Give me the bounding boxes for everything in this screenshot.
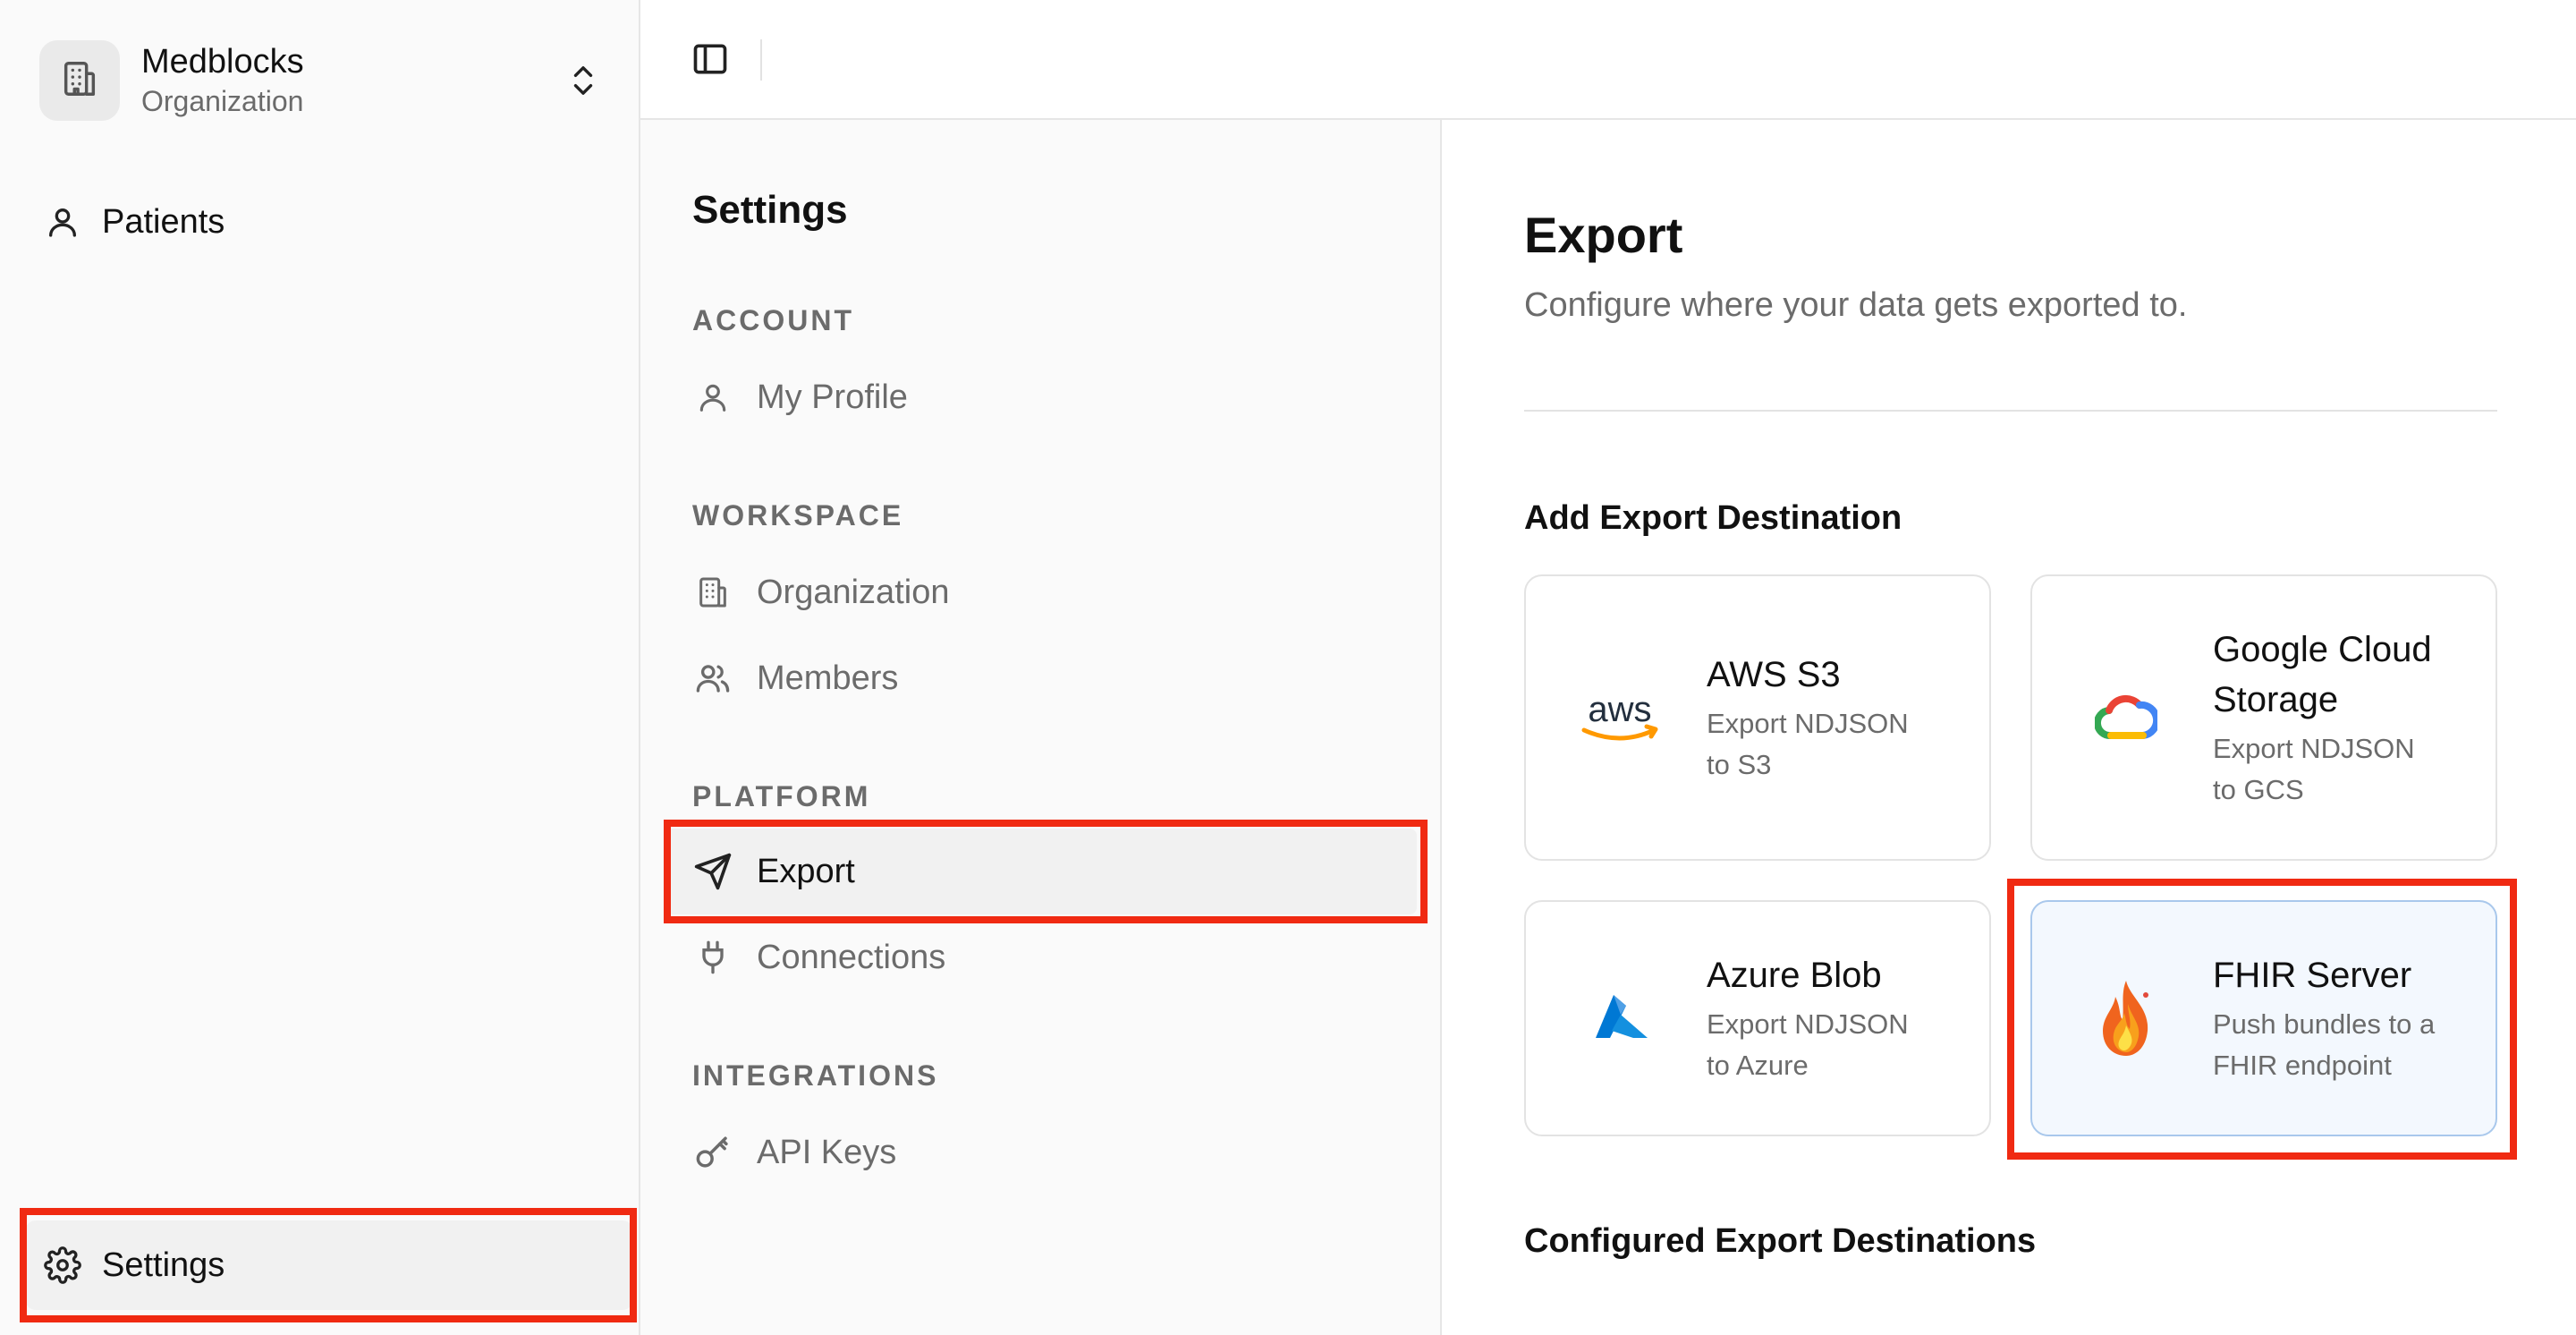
fhir-flame-icon xyxy=(2073,977,2179,1059)
nav-item-api-keys[interactable]: API Keys xyxy=(665,1110,1417,1195)
sidebar-toggle-button[interactable] xyxy=(685,36,735,86)
google-cloud-logo-icon xyxy=(2073,693,2179,743)
card-description-line: Export NDJSON xyxy=(2213,733,2415,764)
destination-card-aws-s3[interactable]: aws AWS S3 Export NDJSON to S3 xyxy=(1524,574,1991,861)
nav-item-label: Members xyxy=(757,659,899,697)
card-description-line: to S3 xyxy=(1707,749,1772,780)
org-text: Medblocks Organization xyxy=(141,41,564,120)
sidebar-item-settings[interactable]: Settings xyxy=(25,1220,633,1310)
section-heading-platform: PLATFORM xyxy=(692,780,871,812)
card-description: Export NDJSON to S3 xyxy=(1707,703,1909,786)
user-icon xyxy=(41,200,84,243)
card-title: Google Cloud Storage xyxy=(2213,625,2432,725)
add-destination-heading: Add Export Destination xyxy=(1524,499,1902,537)
destination-card-azure-blob[interactable]: Azure Blob Export NDJSON to Azure xyxy=(1524,900,1991,1136)
card-title: FHIR Server xyxy=(2213,956,2412,995)
building-icon xyxy=(59,58,100,104)
card-description-line: Export NDJSON xyxy=(1707,708,1909,739)
sidebar-item-label: Settings xyxy=(102,1246,225,1284)
app-root: Medblocks Organization Patients Settings… xyxy=(0,0,2576,1335)
card-text: Azure Blob Export NDJSON to Azure xyxy=(1707,950,1909,1086)
page-title: Export xyxy=(1524,207,1683,263)
send-icon xyxy=(692,851,733,892)
main-content: Export Configure where your data gets ex… xyxy=(1442,120,2576,1335)
destination-card-fhir-server[interactable]: FHIR Server Push bundles to a FHIR endpo… xyxy=(2030,900,2497,1136)
building-icon xyxy=(692,572,733,613)
section-heading-integrations: INTEGRATIONS xyxy=(692,1059,939,1092)
nav-item-organization[interactable]: Organization xyxy=(665,549,1417,635)
app-sidebar: Medblocks Organization Patients Settings xyxy=(0,0,640,1335)
destination-card-google-cloud-storage[interactable]: Google Cloud Storage Export NDJSON to GC… xyxy=(2030,574,2497,861)
azure-logo-icon xyxy=(1567,993,1673,1043)
card-text: Google Cloud Storage Export NDJSON to GC… xyxy=(2213,625,2432,811)
card-description-line: Export NDJSON xyxy=(1707,1008,1909,1040)
nav-item-label: Organization xyxy=(757,573,950,611)
card-description: Export NDJSON to Azure xyxy=(1707,1004,1909,1086)
users-icon xyxy=(692,658,733,699)
plug-icon xyxy=(692,937,733,978)
org-name: Medblocks xyxy=(141,43,304,81)
nav-item-my-profile[interactable]: My Profile xyxy=(665,354,1417,440)
settings-nav: Settings ACCOUNT My Profile WORKSPACE Or… xyxy=(640,120,1442,1335)
nav-item-export[interactable]: Export xyxy=(665,829,1417,914)
card-title: AWS S3 xyxy=(1707,655,1841,694)
nav-item-members[interactable]: Members xyxy=(665,635,1417,721)
nav-item-connections[interactable]: Connections xyxy=(665,914,1417,1000)
card-description-line: FHIR endpoint xyxy=(2213,1050,2392,1081)
key-icon xyxy=(692,1132,733,1173)
top-bar xyxy=(640,0,2576,120)
card-title-line: Google Cloud xyxy=(2213,630,2432,669)
card-title: Azure Blob xyxy=(1707,956,1882,995)
card-text: FHIR Server Push bundles to a FHIR endpo… xyxy=(2213,950,2435,1086)
topbar-divider xyxy=(760,39,762,81)
card-description-line: to Azure xyxy=(1707,1050,1809,1081)
card-description-line: Push bundles to a xyxy=(2213,1008,2436,1040)
card-description: Push bundles to a FHIR endpoint xyxy=(2213,1004,2435,1086)
sidebar-item-label: Patients xyxy=(102,202,225,241)
nav-item-label: API Keys xyxy=(757,1133,897,1171)
org-logo xyxy=(39,40,120,121)
card-text: AWS S3 Export NDJSON to S3 xyxy=(1707,650,1909,786)
user-icon xyxy=(692,377,733,418)
card-title-line: Storage xyxy=(2213,680,2339,719)
gear-icon xyxy=(41,1244,84,1287)
aws-logo-icon: aws xyxy=(1567,689,1673,746)
sidebar-item-patients[interactable]: Patients xyxy=(25,177,633,267)
configured-destinations-heading: Configured Export Destinations xyxy=(1524,1222,2037,1260)
nav-item-label: Connections xyxy=(757,938,946,976)
chevrons-up-down-icon[interactable] xyxy=(564,61,603,100)
org-switcher[interactable]: Medblocks Organization xyxy=(39,39,603,122)
nav-item-label: Export xyxy=(757,852,855,890)
svg-text:aws: aws xyxy=(1588,690,1651,729)
org-subtitle: Organization xyxy=(141,85,304,117)
page-description: Configure where your data gets exported … xyxy=(1524,286,2188,324)
settings-nav-title: Settings xyxy=(692,188,848,232)
nav-item-label: My Profile xyxy=(757,378,908,416)
section-heading-workspace: WORKSPACE xyxy=(692,499,904,531)
panel-left-icon xyxy=(691,39,730,83)
section-heading-account: ACCOUNT xyxy=(692,304,854,336)
card-description: Export NDJSON to GCS xyxy=(2213,728,2432,811)
divider xyxy=(1524,410,2497,412)
card-description-line: to GCS xyxy=(2213,774,2304,805)
